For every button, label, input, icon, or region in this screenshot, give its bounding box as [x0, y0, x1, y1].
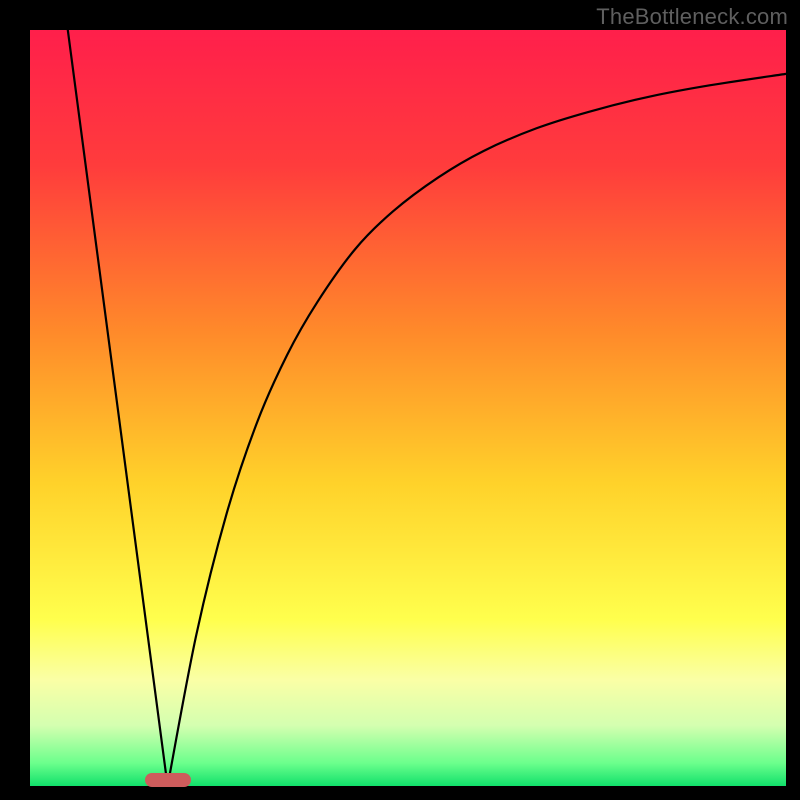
series-right-curve — [168, 74, 786, 786]
chart-container: TheBottleneck.com — [0, 0, 800, 800]
plot-area — [30, 30, 786, 786]
curve-layer — [30, 30, 786, 786]
optimal-marker — [145, 773, 191, 787]
watermark-text: TheBottleneck.com — [596, 4, 788, 30]
series-left-line — [68, 30, 168, 786]
